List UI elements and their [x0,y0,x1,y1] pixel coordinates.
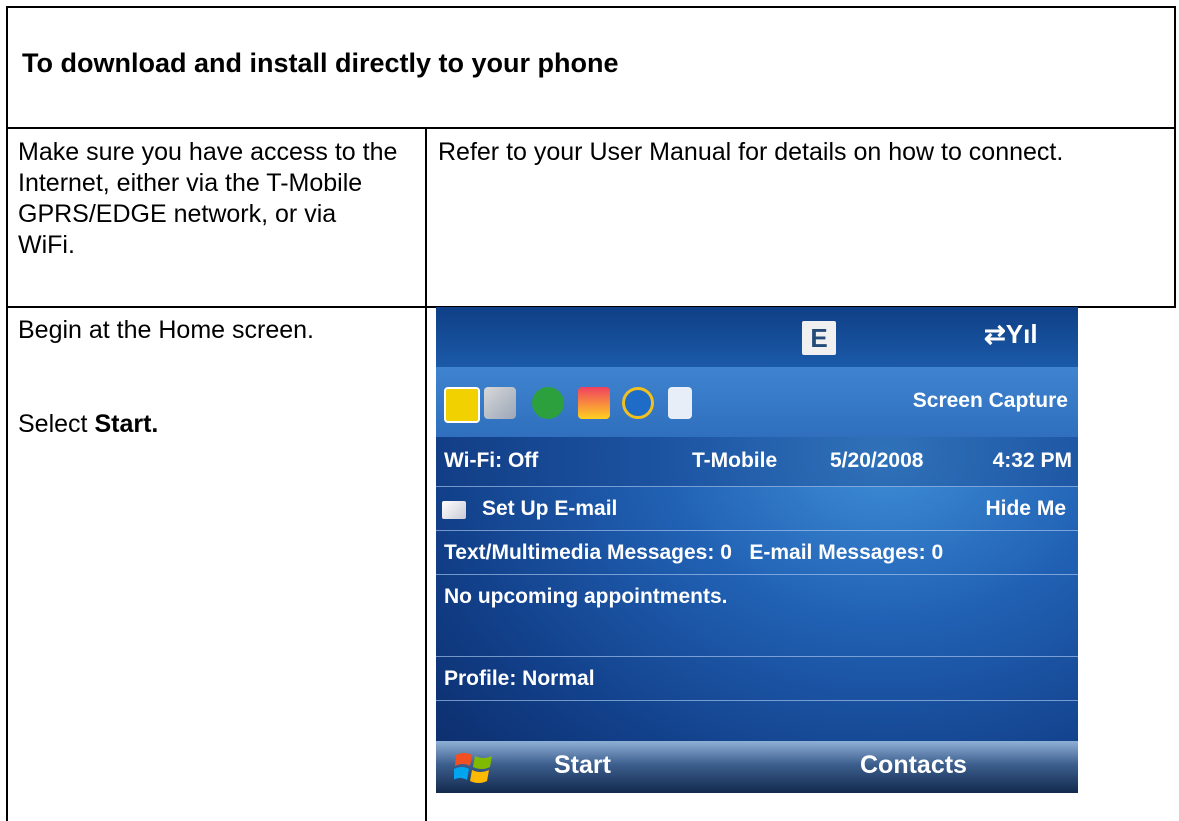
screen-capture-label[interactable]: Screen Capture [913,389,1068,413]
instruction-internet-access: Make sure you have access to the Interne… [18,138,398,259]
instruction-select-prefix: Select [18,410,95,438]
time-display: 4:32 PM [992,449,1072,472]
profile-row[interactable]: Profile: Normal [436,657,1078,701]
page-title: To download and install directly to your… [22,48,619,78]
phone-home-screen: E ⇄Yıl Screen Capture Wi-Fi: Off T-Mobil… [436,307,1078,793]
table-divider-1 [6,127,1176,129]
hide-me-link[interactable]: Hide Me [985,497,1066,521]
media-app-icon[interactable] [578,387,610,419]
setup-email-label: Set Up E-mail [482,497,618,520]
softkey-bar: Start Contacts [436,741,1078,793]
instruction-select-start: Select Start. [18,409,418,440]
notes-app-icon[interactable] [668,387,692,419]
signal-strength-icon: ⇄Yıl [984,319,1038,349]
carrier-name: T-Mobile [692,449,778,472]
table-border-top [6,6,1176,8]
camera-app-icon[interactable] [444,387,480,423]
instruction-select-bold: Start. [94,410,159,438]
wifi-status: Wi-Fi: Off [444,449,539,472]
table-border-right [1174,6,1176,307]
status-row[interactable]: Wi-Fi: Off T-Mobile 5/20/2008 4:32 PM [436,437,1078,487]
instruction-home-screen: Begin at the Home screen. [18,316,314,344]
appointments-status: No upcoming appointments. [444,585,728,608]
setup-email-row[interactable]: Set Up E-mail Hide Me [436,487,1078,531]
messages-row[interactable]: Text/Multimedia Messages: 0 E-mail Messa… [436,531,1078,575]
email-app-icon[interactable] [484,387,516,419]
messages-count: Text/Multimedia Messages: 0 E-mail Messa… [444,541,944,564]
document-page: To download and install directly to your… [0,0,1179,821]
appointments-row[interactable]: No upcoming appointments. [436,575,1078,657]
email-setup-icon [442,501,466,519]
phone-status-bar: E ⇄Yıl [436,307,1078,367]
table-column-divider [425,127,427,821]
windows-flag-icon[interactable] [454,749,494,785]
profile-status: Profile: Normal [444,667,595,690]
internet-explorer-icon[interactable] [622,387,654,419]
instruction-user-manual: Refer to your User Manual for details on… [438,138,1064,166]
network-edge-badge: E [802,321,836,355]
date-display: 5/20/2008 [830,449,924,472]
contacts-softkey[interactable]: Contacts [860,751,967,780]
start-softkey[interactable]: Start [554,751,611,780]
sync-app-icon[interactable] [532,387,564,419]
